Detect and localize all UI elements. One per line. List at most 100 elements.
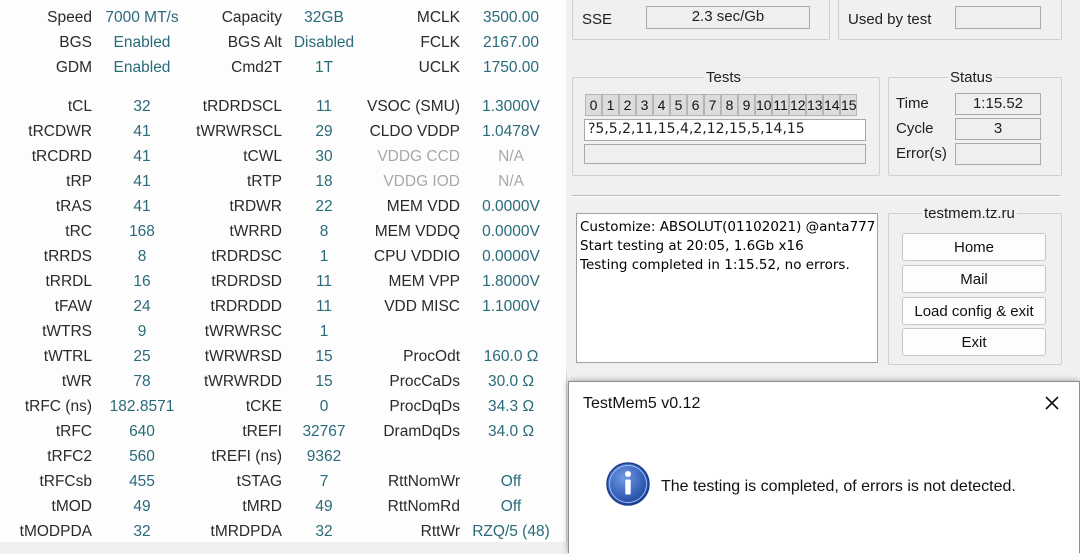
test-number-cell: 8 — [721, 94, 738, 116]
timing-value: Disabled — [293, 34, 355, 51]
load-config-exit-button[interactable]: Load config & exit — [902, 297, 1046, 325]
voltage-label: ProcCaDs — [389, 373, 460, 390]
timing-value: 25 — [133, 348, 151, 365]
voltage-value: 1.8000V — [482, 273, 540, 290]
home-button[interactable]: Home — [902, 233, 1046, 261]
mail-button[interactable]: Mail — [902, 265, 1046, 293]
timing-label: Capacity — [221, 9, 282, 26]
timing-value: 15 — [315, 348, 333, 365]
timing-value: 41 — [133, 148, 151, 165]
voltage-label: MEM VDD — [386, 198, 460, 215]
timing-value: 32 — [133, 523, 151, 540]
timing-value: 78 — [133, 373, 151, 390]
timing-label: tRDRDSD — [211, 273, 282, 290]
test-number-cell: 13 — [806, 94, 823, 116]
voltage-label: FCLK — [420, 34, 460, 51]
test-number-cell: 2 — [619, 94, 636, 116]
timing-label: tWTRL — [43, 348, 92, 365]
timing-label: tRP — [66, 173, 92, 190]
timing-label: tRCDRD — [31, 148, 92, 165]
voltage-value: N/A — [498, 148, 524, 165]
timing-value: 49 — [133, 498, 151, 515]
timing-label: tREFI (ns) — [211, 448, 282, 465]
timing-label: tWTRS — [42, 323, 92, 340]
cycle-value-field: 3 — [955, 118, 1041, 140]
test-sequence-field-2 — [584, 144, 866, 164]
timing-label: tSTAG — [236, 473, 282, 490]
voltage-value: N/A — [498, 173, 524, 190]
voltage-value: 3500.00 — [482, 9, 540, 26]
timing-label: tRAS — [55, 198, 92, 215]
exit-button[interactable]: Exit — [902, 328, 1046, 356]
time-value-field: 1:15.52 — [955, 93, 1041, 115]
timing-value: 0 — [319, 398, 329, 415]
timing-value: 18 — [315, 173, 333, 190]
timing-value: 30 — [315, 148, 333, 165]
timing-value: 182.8571 — [109, 398, 175, 415]
timing-value: 9362 — [306, 448, 342, 465]
timing-label: Speed — [47, 9, 92, 26]
timing-label: tRFC (ns) — [24, 398, 92, 415]
test-number-cell: 12 — [789, 94, 806, 116]
voltage-label: VDDG IOD — [383, 173, 460, 190]
test-number-cell: 1 — [602, 94, 619, 116]
test-number-cell: 4 — [653, 94, 670, 116]
used-by-test-label: Used by test — [848, 11, 932, 28]
test-number-cell: 11 — [772, 94, 789, 116]
timing-label: tRRDS — [43, 248, 92, 265]
test-number-cell: 9 — [738, 94, 755, 116]
voltage-value: Off — [500, 473, 522, 490]
voltage-value: 34.0 Ω — [487, 423, 535, 440]
info-icon — [606, 462, 650, 506]
test-number-cell: 5 — [670, 94, 687, 116]
voltage-value: 0.0000V — [482, 248, 540, 265]
timing-value: 32 — [315, 523, 333, 540]
voltage-label: ProcDqDs — [389, 398, 460, 415]
voltage-value: 1750.00 — [482, 59, 540, 76]
voltage-label: RttNomRd — [387, 498, 460, 515]
timing-label: tMRD — [242, 498, 282, 515]
site-label: testmem.tz.ru — [922, 205, 1017, 222]
errors-label: Error(s) — [896, 145, 947, 162]
timing-label: tCWL — [243, 148, 282, 165]
timing-label: tFAW — [54, 298, 92, 315]
timing-label: tRCDWR — [28, 123, 92, 140]
voltage-value: RZQ/5 (48) — [472, 523, 550, 540]
timing-label: tRFC — [55, 423, 92, 440]
test-number-cell: 7 — [704, 94, 721, 116]
timing-value: 49 — [315, 498, 333, 515]
timing-value: 9 — [137, 323, 147, 340]
voltage-label: ProcOdt — [403, 348, 460, 365]
voltage-label: MEM VPP — [388, 273, 460, 290]
timing-label: Cmd2T — [231, 59, 282, 76]
voltage-value: 34.3 Ω — [487, 398, 535, 415]
log-output[interactable]: Customize: ABSOLUT(01102021) @anta777 St… — [576, 213, 878, 363]
voltage-label: UCLK — [418, 59, 460, 76]
errors-value-field — [955, 143, 1041, 165]
timing-label: tMODPDA — [19, 523, 92, 540]
timing-label: tREFI — [242, 423, 282, 440]
timing-label: tRRDL — [45, 273, 92, 290]
timing-label: tMRDPDA — [210, 523, 282, 540]
voltage-label: DramDqDs — [383, 423, 460, 440]
sse-value-field: 2.3 sec/Gb — [646, 6, 810, 29]
voltage-label: RttNomWr — [387, 473, 460, 490]
voltage-value: Off — [500, 498, 522, 515]
log-line: Testing completed in 1:15.52, no errors. — [580, 257, 850, 273]
timing-value: 640 — [129, 423, 155, 440]
timing-value: 7 — [319, 473, 329, 490]
timing-label: tWRWRSCL — [196, 123, 282, 140]
completion-dialog: TestMem5 v0.12 The testing is completed,… — [568, 381, 1080, 554]
timing-value: 29 — [315, 123, 333, 140]
timing-value: 16 — [133, 273, 151, 290]
timing-value: 15 — [315, 373, 333, 390]
timing-value: 8 — [137, 248, 147, 265]
voltage-label: VDDG CCD — [377, 148, 460, 165]
log-line: Customize: ABSOLUT(01102021) @anta777 — [580, 219, 876, 235]
test-number-cell: 14 — [823, 94, 840, 116]
close-icon[interactable] — [1039, 390, 1065, 416]
timing-value: 32767 — [302, 423, 346, 440]
timing-label: tRDRDSC — [211, 248, 282, 265]
test-number-cell: 6 — [687, 94, 704, 116]
dialog-message: The testing is completed, of errors is n… — [661, 478, 1016, 495]
